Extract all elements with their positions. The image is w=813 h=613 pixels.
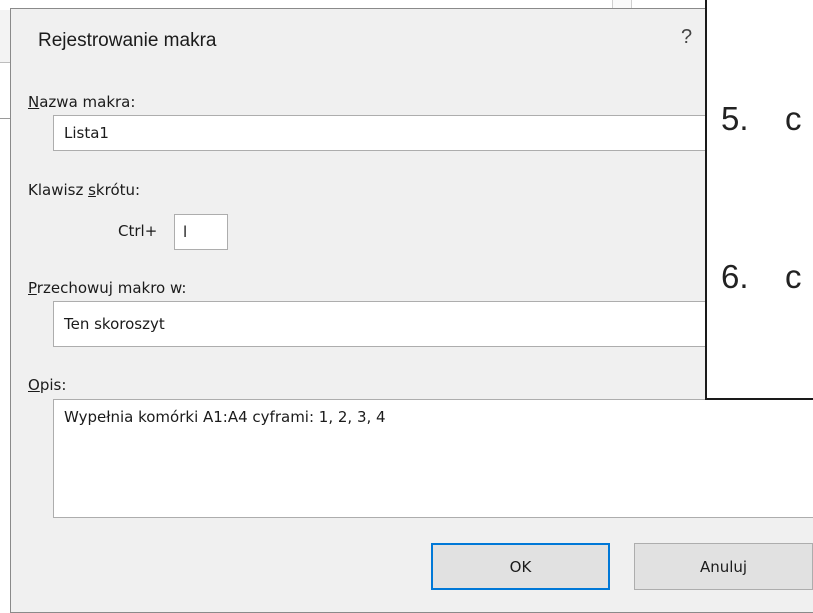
slide-panel: 5. c 6. c	[705, 0, 813, 400]
macro-name-value: Lista1	[64, 124, 109, 142]
cancel-button[interactable]: Anuluj	[634, 543, 813, 590]
store-macro-label-accesskey: P	[28, 279, 37, 297]
description-value: Wypełnia komórki A1:A4 cyframi: 1, 2, 3,…	[64, 408, 386, 426]
macro-name-input[interactable]: Lista1	[53, 115, 813, 151]
description-label: Opis:	[28, 376, 66, 394]
shortcut-label-accesskey: s	[88, 181, 96, 199]
description-label-accesskey: O	[28, 376, 40, 394]
macro-name-label: Nazwa makra:	[28, 93, 135, 111]
description-textarea[interactable]: Wypełnia komórki A1:A4 cyframi: 1, 2, 3,…	[53, 399, 813, 518]
shortcut-label-post: krótu:	[95, 181, 141, 199]
dialog-title: Rejestrowanie makra	[38, 30, 217, 51]
list-number: 5.	[721, 100, 749, 137]
shortcut-label: Klawisz skrótu:	[28, 181, 140, 199]
list-text: c	[785, 258, 802, 295]
ok-button[interactable]: OK	[431, 543, 610, 590]
shortcut-key-value: l	[183, 223, 188, 241]
list-number: 6.	[721, 258, 749, 295]
description-label-text: pis:	[39, 376, 67, 394]
store-macro-select[interactable]: Ten skoroszyt	[53, 301, 813, 347]
help-button[interactable]: ?	[681, 26, 692, 49]
shortcut-prefix: Ctrl+	[118, 222, 158, 240]
shortcut-key-input[interactable]: l	[174, 214, 228, 250]
list-text: c	[785, 100, 802, 137]
macro-name-label-text: azwa makra:	[39, 93, 136, 111]
slide-list-item-6: 6. c	[721, 258, 802, 296]
store-macro-value: Ten skoroszyt	[64, 315, 165, 333]
store-macro-label: Przechowuj makro w:	[28, 279, 186, 297]
record-macro-dialog: Rejestrowanie makra ? Nazwa makra: Lista…	[10, 8, 813, 613]
slide-list-item-5: 5. c	[721, 100, 802, 138]
shortcut-label-pre: Klawisz	[28, 181, 89, 199]
macro-name-label-accesskey: N	[28, 93, 40, 111]
store-macro-label-text: rzechowuj makro w:	[36, 279, 187, 297]
